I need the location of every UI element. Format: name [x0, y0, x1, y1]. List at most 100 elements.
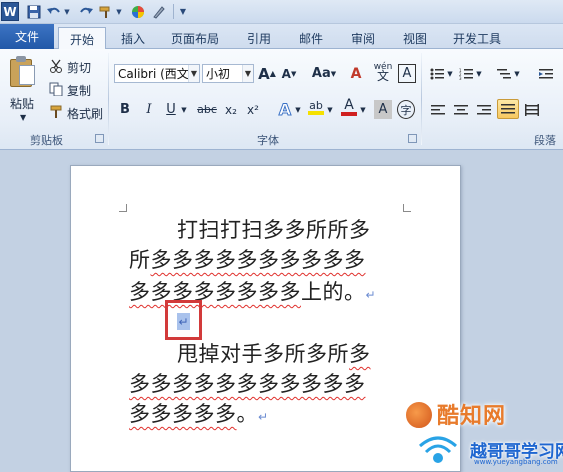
- paste-label[interactable]: 粘贴: [10, 95, 34, 112]
- save-button[interactable]: [26, 3, 42, 20]
- format-painter-quick-button[interactable]: [98, 3, 114, 20]
- indent-icon: [539, 68, 553, 78]
- phonetic-guide-button[interactable]: wén 文: [372, 62, 394, 82]
- color-button[interactable]: [130, 3, 146, 20]
- group-separator: [108, 53, 109, 145]
- draw-button[interactable]: [151, 3, 167, 20]
- character-border-button[interactable]: A: [398, 64, 416, 83]
- bullets-dropdown[interactable]: ▼: [446, 64, 454, 83]
- text-effects-button[interactable]: A: [276, 100, 294, 120]
- decrease-indent-button[interactable]: [538, 64, 554, 83]
- clipboard-launcher-button[interactable]: [95, 134, 104, 143]
- font-color-icon: A: [344, 97, 354, 113]
- tab-file[interactable]: 文件: [0, 24, 54, 49]
- bullet-list-icon: [430, 68, 444, 79]
- wifi-logo-icon: [419, 436, 457, 463]
- doc-line-1[interactable]: 打扫打扫多多所所多: [129, 214, 371, 244]
- word-app-icon[interactable]: W: [1, 2, 19, 21]
- chevron-down-icon[interactable]: ▼: [242, 65, 253, 82]
- undo-dropdown[interactable]: ▼: [63, 3, 71, 20]
- doc-text: 所: [129, 248, 151, 272]
- ribbon: 粘贴 ▼ 剪切 复制 格式刷 剪贴板 Calibri (西文i ▼ 小初 ▼ A…: [0, 49, 563, 150]
- subscript-button[interactable]: x₂: [222, 100, 240, 119]
- font-name-combo[interactable]: Calibri (西文i ▼: [114, 64, 200, 83]
- paste-button[interactable]: [8, 55, 38, 89]
- multilevel-list-icon: [497, 68, 511, 78]
- highlight-button[interactable]: ab: [306, 98, 326, 117]
- superscript-button[interactable]: x²: [244, 100, 262, 119]
- spelling-error-text: 多多多多多多多多: [129, 280, 301, 304]
- font-launcher-button[interactable]: [408, 134, 417, 143]
- doc-line-5[interactable]: 甩掉对手多所多所多: [129, 338, 371, 368]
- multilevel-dropdown[interactable]: ▼: [513, 64, 521, 83]
- spelling-error-text: 多多多多多: [129, 402, 237, 426]
- multilevel-list-button[interactable]: [496, 64, 512, 83]
- align-left-icon: [431, 104, 445, 114]
- paragraph-group-label: 段落: [534, 134, 556, 147]
- font-group-label: 字体: [257, 134, 279, 147]
- highlight-dropdown[interactable]: ▼: [326, 100, 334, 119]
- doc-text: 上的。: [301, 280, 366, 304]
- change-case-button[interactable]: Aa ▼: [312, 64, 336, 83]
- clipboard-group-label: 剪贴板: [30, 134, 63, 147]
- watermark-url: www.yueyangbang.com: [474, 458, 558, 466]
- copy-icon: [48, 82, 64, 96]
- align-right-button[interactable]: [476, 100, 492, 119]
- numbering-dropdown[interactable]: ▼: [475, 64, 483, 83]
- undo-button[interactable]: [46, 3, 62, 20]
- doc-line-2[interactable]: 所多多多多多多多多多多: [129, 244, 366, 274]
- doc-line-6[interactable]: 多多多多多多多多多多多: [129, 368, 366, 398]
- redo-button[interactable]: [78, 3, 94, 20]
- selected-paragraph-mark[interactable]: ↵: [177, 313, 190, 330]
- tab-view[interactable]: 视图: [392, 27, 438, 49]
- scissors-icon: [48, 59, 64, 73]
- align-left-button[interactable]: [430, 100, 446, 119]
- align-center-button[interactable]: [453, 100, 469, 119]
- tab-mailings[interactable]: 邮件: [288, 27, 334, 49]
- paper-part: [19, 65, 35, 85]
- tab-insert[interactable]: 插入: [110, 27, 156, 49]
- customize-arrow-icon: ▼: [179, 7, 187, 16]
- shrink-font-button[interactable]: A ▼: [280, 64, 298, 83]
- clear-formatting-button[interactable]: A: [346, 64, 366, 83]
- bullets-button[interactable]: [429, 64, 445, 83]
- font-color-button[interactable]: A: [340, 98, 358, 117]
- numbered-list-icon: 123: [459, 68, 473, 80]
- italic-button[interactable]: I: [141, 100, 157, 119]
- underline-button[interactable]: U: [163, 100, 179, 119]
- justify-button[interactable]: [497, 99, 519, 119]
- chevron-down-icon[interactable]: ▼: [188, 65, 199, 82]
- font-name-value: Calibri (西文i: [118, 67, 193, 81]
- text-effects-dropdown[interactable]: ▼: [294, 100, 302, 119]
- clip-part: [16, 56, 26, 62]
- format-painter-dropdown[interactable]: ▼: [115, 3, 123, 20]
- customize-qat-button[interactable]: ▼: [178, 3, 188, 20]
- strikethrough-button[interactable]: abc: [196, 100, 218, 119]
- tab-home[interactable]: 开始: [58, 27, 106, 50]
- copy-button[interactable]: 复制: [67, 82, 91, 99]
- text-effects-icon: A: [278, 100, 292, 120]
- bold-button[interactable]: B: [117, 100, 133, 119]
- character-shading-button[interactable]: A: [374, 100, 392, 119]
- grow-font-button[interactable]: A ▲: [258, 64, 276, 83]
- tab-page-layout[interactable]: 页面布局: [160, 27, 230, 49]
- paste-dropdown[interactable]: ▼: [20, 113, 26, 122]
- numbering-button[interactable]: 123: [458, 64, 474, 83]
- enclose-icon: 字: [400, 103, 412, 117]
- shading-icon: A: [378, 102, 388, 117]
- cut-button[interactable]: 剪切: [67, 59, 91, 76]
- font-color-dropdown[interactable]: ▼: [359, 100, 367, 119]
- distributed-button[interactable]: [524, 100, 540, 119]
- tab-developer[interactable]: 开发工具: [444, 27, 510, 49]
- enclose-characters-button[interactable]: 字: [397, 100, 415, 119]
- format-painter-button[interactable]: 格式刷: [67, 105, 103, 122]
- doc-text: 。: [236, 402, 258, 426]
- font-size-combo[interactable]: 小初 ▼: [202, 64, 254, 83]
- brush-icon: [99, 6, 110, 18]
- spelling-error-text: 多多多多多多多多多多: [150, 248, 366, 272]
- tab-references[interactable]: 引用: [236, 27, 282, 49]
- doc-line-7[interactable]: 多多多多多。↵: [129, 398, 269, 428]
- margin-corner-mark: [403, 204, 411, 212]
- tab-review[interactable]: 审阅: [340, 27, 386, 49]
- underline-dropdown[interactable]: ▼: [180, 100, 188, 119]
